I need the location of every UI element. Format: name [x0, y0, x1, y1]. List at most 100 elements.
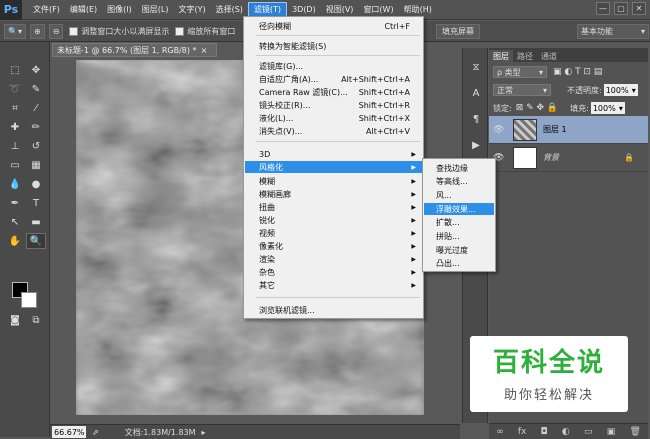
zoom-out-icon[interactable]: ⊖ [48, 23, 64, 39]
menu-item-blur[interactable]: 模糊 ▶ [245, 175, 422, 187]
crop-tool-icon[interactable]: ⌗ [5, 100, 25, 116]
menu-item-vanishing-point[interactable]: 消失点(V)... Alt+Ctrl+V [245, 125, 422, 137]
menu-item-pixelate[interactable]: 像素化 ▶ [245, 240, 422, 252]
menu-item-other[interactable]: 其它 ▶ [245, 279, 422, 291]
link-icon[interactable]: ∞ [496, 427, 504, 437]
folder-icon[interactable]: ▭ [584, 427, 593, 437]
quick-select-tool-icon[interactable]: ✎ [26, 81, 46, 97]
submenu-item-tiles[interactable]: 拼贴... [424, 230, 494, 242]
zoom-tool-preset[interactable]: 🔍▾ [4, 23, 26, 39]
menu-item-liquify[interactable]: 液化(L)... Shift+Ctrl+X [245, 112, 422, 124]
document-title: 未标题-1 @ 66.7% (图层 1, RGB/8) * [57, 45, 197, 55]
document-tab[interactable]: 未标题-1 @ 66.7% (图层 1, RGB/8) * × [52, 43, 217, 57]
fill-field[interactable]: 100% ▾ [590, 102, 625, 114]
menu-item-video[interactable]: 视频 ▶ [245, 227, 422, 239]
healing-brush-icon[interactable]: ✚ [5, 119, 25, 135]
layer-row-layer1[interactable]: 👁 图层 1 [489, 116, 648, 144]
zoom-level-field[interactable]: 66.67% [52, 426, 86, 438]
layer-row-background[interactable]: 👁 背景 🔒 [489, 144, 648, 172]
close-tab-icon[interactable]: × [201, 46, 208, 55]
background-color-swatch[interactable] [21, 292, 37, 308]
fill-screen-button[interactable]: 填充屏幕 [436, 24, 480, 39]
mask-icon[interactable]: ◘ [541, 427, 548, 437]
shape-tool-icon[interactable]: ▬ [26, 214, 46, 230]
watermark-title: 百科全说 [492, 348, 605, 378]
menu-file[interactable]: 文件(F) [28, 2, 65, 18]
paragraph-panel-icon[interactable]: ¶ [467, 110, 485, 128]
menu-item-adaptive-wide-angle[interactable]: 自适应广角(A)... Alt+Shift+Ctrl+A [245, 73, 422, 85]
path-select-icon[interactable]: ↖ [5, 214, 25, 230]
history-brush-icon[interactable]: ↺ [26, 138, 46, 154]
new-layer-icon[interactable]: ▣ [607, 427, 616, 437]
clone-stamp-icon[interactable]: ⊥ [5, 138, 25, 154]
menu-item-lens-correction[interactable]: 镜头校正(R)... Shift+Ctrl+R [245, 99, 422, 111]
trash-icon[interactable]: 🗑 [629, 427, 640, 437]
marquee-tool-icon[interactable]: ⬚ [5, 62, 25, 78]
submenu-item-extrude[interactable]: 凸出... [424, 257, 494, 269]
submenu-arrow-icon: ▶ [411, 190, 416, 198]
zoom-all-checkbox[interactable] [175, 26, 185, 36]
maximize-button[interactable]: ▢ [614, 2, 628, 15]
filter-icons[interactable]: ▣ ◐ T ⊡ ▤ [553, 67, 602, 77]
minimize-button[interactable]: — [596, 2, 610, 15]
type-tool-icon[interactable]: T [26, 195, 46, 211]
menu-item-browse-online[interactable]: 浏览联机滤镜... [245, 304, 422, 316]
hand-tool-icon[interactable]: ✋ [5, 233, 25, 249]
zoom-tool-icon[interactable]: 🔍 [26, 233, 46, 249]
menu-item-noise[interactable]: 杂色 ▶ [245, 266, 422, 278]
visibility-eye-icon[interactable]: 👁 [493, 125, 507, 135]
adjustment-icon[interactable]: ◐ [562, 427, 570, 437]
submenu-item-trace-contour[interactable]: 等高线... [424, 175, 494, 187]
layer-filter-row: ρ 类型 ▾ ▣ ◐ T ⊡ ▤ [489, 66, 648, 78]
menu-item-sharpen[interactable]: 锐化 ▶ [245, 214, 422, 226]
lock-icons[interactable]: ⊠ ✎ ✥ 🔒 [516, 103, 558, 113]
menu-item-render[interactable]: 渲染 ▶ [245, 253, 422, 265]
menu-item-radial-blur[interactable]: 径向模糊 Ctrl+F [245, 20, 422, 32]
menu-layer[interactable]: 图层(L) [137, 2, 174, 18]
move-tool-icon[interactable]: ✥ [26, 62, 46, 78]
submenu-item-find-edges[interactable]: 查找边缘 [424, 162, 494, 174]
play-actions-icon[interactable]: ▶ [467, 136, 485, 154]
zoom-in-icon[interactable]: ⊕ [29, 23, 45, 39]
blur-tool-icon[interactable]: 💧 [5, 176, 25, 192]
layer-kind-select[interactable]: ρ 类型 ▾ [493, 66, 547, 78]
submenu-item-emboss[interactable]: 浮雕效果... [424, 203, 494, 215]
history-panel-icon[interactable]: ⧖ [467, 58, 485, 76]
menu-edit[interactable]: 编辑(E) [65, 2, 102, 18]
eraser-tool-icon[interactable]: ▭ [5, 157, 25, 173]
menu-item-convert-smart-filter[interactable]: 转换为智能滤镜(S) [245, 40, 422, 52]
gradient-tool-icon[interactable]: ▦ [26, 157, 46, 173]
tab-paths[interactable]: 路径 [513, 50, 537, 62]
submenu-item-wind[interactable]: 风... [424, 189, 494, 201]
menu-item-3d[interactable]: 3D ▶ [245, 148, 422, 160]
submenu-item-solarize[interactable]: 曝光过度 [424, 244, 494, 256]
export-icon[interactable]: ⇗ [92, 428, 99, 437]
opacity-field[interactable]: 100% ▾ [603, 84, 638, 96]
tab-layers[interactable]: 图层 [489, 50, 513, 62]
status-arrow-icon[interactable]: ▸ [202, 428, 206, 437]
quick-mask-icon[interactable]: ◙ [5, 312, 25, 328]
lasso-tool-icon[interactable]: ➰ [5, 81, 25, 97]
menu-item-blur-gallery[interactable]: 模糊画廊 ▶ [245, 188, 422, 200]
menu-item-camera-raw[interactable]: Camera Raw 滤镜(C)... Shift+Ctrl+A [245, 86, 422, 98]
workspace-select[interactable]: 基本功能 ▾ [577, 24, 649, 39]
menu-item-stylize[interactable]: 风格化 ▶ [245, 161, 422, 173]
fx-icon[interactable]: fx [518, 427, 527, 437]
chevron-down-icon: ▾ [538, 67, 543, 77]
submenu-item-diffuse[interactable]: 扩散... [424, 216, 494, 228]
character-panel-icon[interactable]: A [467, 84, 485, 102]
pen-tool-icon[interactable]: ✒ [5, 195, 25, 211]
menu-item-distort[interactable]: 扭曲 ▶ [245, 201, 422, 213]
dodge-tool-icon[interactable]: ● [26, 176, 46, 192]
resize-windows-checkbox[interactable] [69, 26, 79, 36]
menu-image[interactable]: 图像(I) [102, 2, 137, 18]
menu-item-filter-gallery[interactable]: 滤镜库(G)... [245, 60, 422, 72]
menu-separator [256, 55, 420, 56]
blend-mode-select[interactable]: 正常 ▾ [493, 84, 551, 96]
screen-mode-icon[interactable]: ⧉ [26, 312, 46, 328]
eyedropper-tool-icon[interactable]: ⁄ [26, 100, 46, 116]
close-button[interactable]: ✕ [632, 2, 646, 15]
menu-type[interactable]: 文字(Y) [173, 2, 210, 18]
brush-tool-icon[interactable]: ✏ [26, 119, 46, 135]
tab-channels[interactable]: 通道 [537, 50, 561, 62]
